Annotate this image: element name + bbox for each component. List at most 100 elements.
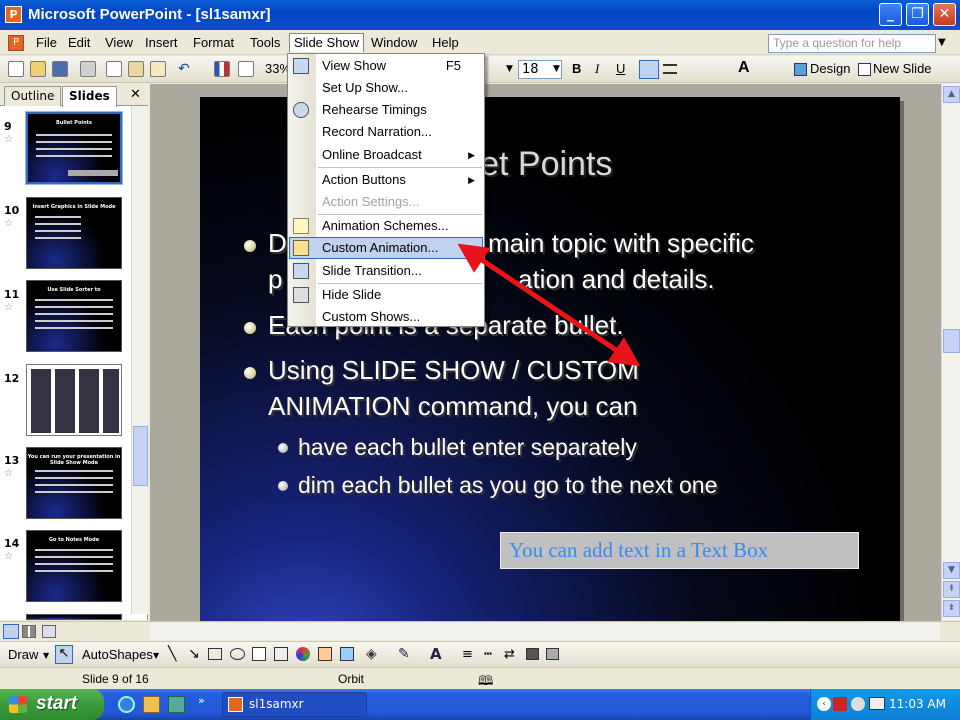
new-slide-icon[interactable]: [858, 63, 871, 76]
sub-bullet-2[interactable]: dim each bullet as you go to the next on…: [278, 466, 717, 504]
menu-format[interactable]: Format: [189, 34, 238, 53]
bold-button[interactable]: B: [572, 61, 581, 76]
tab-outline[interactable]: Outline: [4, 86, 62, 106]
horizontal-scrollbar[interactable]: [150, 623, 940, 640]
start-button[interactable]: start: [0, 689, 104, 720]
previous-slide-icon[interactable]: ⇞: [943, 581, 960, 598]
slide-sorter-view-icon[interactable]: [22, 625, 36, 638]
italic-button[interactable]: I: [595, 61, 599, 77]
undo-icon[interactable]: ↶: [178, 61, 190, 77]
slide-thumbnail-10[interactable]: Insert Graphics in Slide Mode: [26, 197, 122, 269]
slide-thumbnail-14[interactable]: Go to Notes Mode: [26, 530, 122, 602]
insert-chart-icon[interactable]: [214, 61, 230, 77]
align-left-icon[interactable]: [639, 60, 659, 79]
menu-item-view-show[interactable]: View Show F5: [289, 55, 483, 77]
line-color-icon[interactable]: ✎: [398, 646, 410, 662]
network-icon[interactable]: [851, 697, 865, 711]
dash-style-icon[interactable]: ┅: [484, 647, 492, 662]
design-icon[interactable]: [794, 63, 807, 76]
draw-dropdown-icon[interactable]: ▼: [43, 651, 49, 660]
sub-bullet-1[interactable]: have each bullet enter separately: [278, 428, 637, 466]
menu-item-online-broadcast[interactable]: Online Broadcast ▶: [289, 144, 483, 166]
insert-table-icon[interactable]: [238, 61, 254, 77]
3d-style-icon[interactable]: [546, 648, 559, 660]
select-pointer-icon[interactable]: ↖: [55, 645, 73, 664]
powerpoint-app-icon[interactable]: P: [5, 6, 22, 23]
menu-slide-show[interactable]: Slide Show: [289, 33, 365, 52]
quick-launch-expand-icon[interactable]: »: [198, 694, 205, 707]
new-icon[interactable]: [8, 61, 24, 77]
print-icon[interactable]: [80, 61, 96, 77]
scroll-thumb[interactable]: [133, 426, 148, 486]
fill-color-icon[interactable]: ◈: [366, 646, 377, 662]
close-button[interactable]: ✕: [933, 3, 956, 26]
text-box[interactable]: You can add text in a Text Box: [500, 532, 859, 569]
bullet-1-line2-head[interactable]: p: [268, 261, 282, 297]
font-color-icon[interactable]: A: [430, 645, 442, 663]
security-shield-icon[interactable]: [833, 697, 847, 711]
slide-thumbnail-15[interactable]: [26, 614, 122, 620]
new-slide-button[interactable]: New Slide: [873, 61, 932, 76]
internet-explorer-icon[interactable]: [118, 696, 135, 713]
format-painter-icon[interactable]: [150, 61, 166, 77]
line-icon[interactable]: ╲: [168, 646, 176, 662]
menu-item-rehearse-timings[interactable]: Rehearse Timings: [289, 99, 483, 121]
tray-expand-icon[interactable]: ‹: [817, 697, 831, 711]
close-pane-icon[interactable]: ✕: [130, 87, 141, 102]
taskbar-item-powerpoint[interactable]: sl1samxr: [222, 692, 367, 717]
help-dropdown-icon[interactable]: ▼: [938, 37, 946, 48]
menu-item-action-buttons[interactable]: Action Buttons ▶: [289, 169, 483, 191]
slide-show-view-icon[interactable]: [42, 625, 56, 638]
maximize-button[interactable]: ❐: [906, 3, 929, 26]
scroll-down-icon[interactable]: ▼: [943, 562, 960, 579]
arrow-icon[interactable]: ↘: [188, 646, 200, 662]
underline-button[interactable]: U: [616, 61, 625, 76]
wordart-icon[interactable]: [274, 647, 288, 661]
clip-art-icon[interactable]: [318, 647, 332, 661]
slides-pane-scrollbar[interactable]: [131, 106, 148, 614]
slide-title[interactable]: llet Points: [465, 145, 612, 184]
copy-icon[interactable]: [106, 61, 122, 77]
design-button[interactable]: Design: [810, 61, 850, 76]
next-slide-icon[interactable]: ⇟: [943, 600, 960, 617]
increase-font-icon[interactable]: A: [738, 59, 750, 77]
minimize-button[interactable]: _: [879, 3, 902, 26]
menu-insert[interactable]: Insert: [141, 34, 182, 53]
bullet-3-line2[interactable]: ANIMATION command, you can: [268, 388, 637, 424]
vertical-scrollbar[interactable]: ▲ ▼ ⇞ ⇟: [941, 84, 960, 620]
diagram-icon[interactable]: [296, 647, 310, 661]
picture-icon[interactable]: [340, 647, 354, 661]
font-size-dropdown-icon[interactable]: ▼: [553, 64, 560, 74]
slide-thumbnail-13[interactable]: You can run your presentation in Slide S…: [26, 447, 122, 519]
slide-thumbnail-12[interactable]: [26, 364, 122, 436]
bullet-1[interactable]: D: [244, 225, 287, 261]
quick-launch-icon[interactable]: [143, 696, 160, 713]
open-icon[interactable]: [30, 61, 46, 77]
tab-slides[interactable]: Slides: [62, 86, 117, 107]
autoshapes-dropdown-icon[interactable]: ▼: [153, 651, 159, 660]
arrow-style-icon[interactable]: ⇄: [504, 647, 515, 662]
save-icon[interactable]: [52, 61, 68, 77]
center-icon[interactable]: [663, 64, 677, 74]
slide-thumbnail-9[interactable]: Bullet Points: [25, 111, 123, 185]
menu-view[interactable]: View: [101, 34, 137, 53]
menu-window[interactable]: Window: [367, 34, 421, 53]
normal-view-icon[interactable]: [3, 624, 19, 639]
show-desktop-icon[interactable]: [168, 696, 185, 713]
rectangle-icon[interactable]: [208, 648, 222, 660]
menu-item-record-narration[interactable]: Record Narration...: [289, 121, 483, 143]
scroll-up-icon[interactable]: ▲: [943, 86, 960, 103]
help-search-input[interactable]: Type a question for help: [768, 34, 936, 53]
paste-icon[interactable]: [128, 61, 144, 77]
line-style-icon[interactable]: ≡: [462, 647, 473, 662]
shadow-style-icon[interactable]: [526, 648, 539, 660]
menu-edit[interactable]: Edit: [64, 34, 94, 53]
scroll-thumb[interactable]: [943, 329, 960, 353]
slide-thumbnail-11[interactable]: Use Slide Sorter to: [26, 280, 122, 352]
oval-icon[interactable]: [230, 648, 245, 660]
text-box-icon[interactable]: [252, 647, 266, 661]
draw-menu-button[interactable]: Draw: [8, 647, 38, 662]
menu-tools[interactable]: Tools: [246, 34, 284, 53]
menu-item-set-up-show[interactable]: Set Up Show...: [289, 77, 483, 99]
font-dropdown-icon[interactable]: ▼: [506, 64, 513, 74]
